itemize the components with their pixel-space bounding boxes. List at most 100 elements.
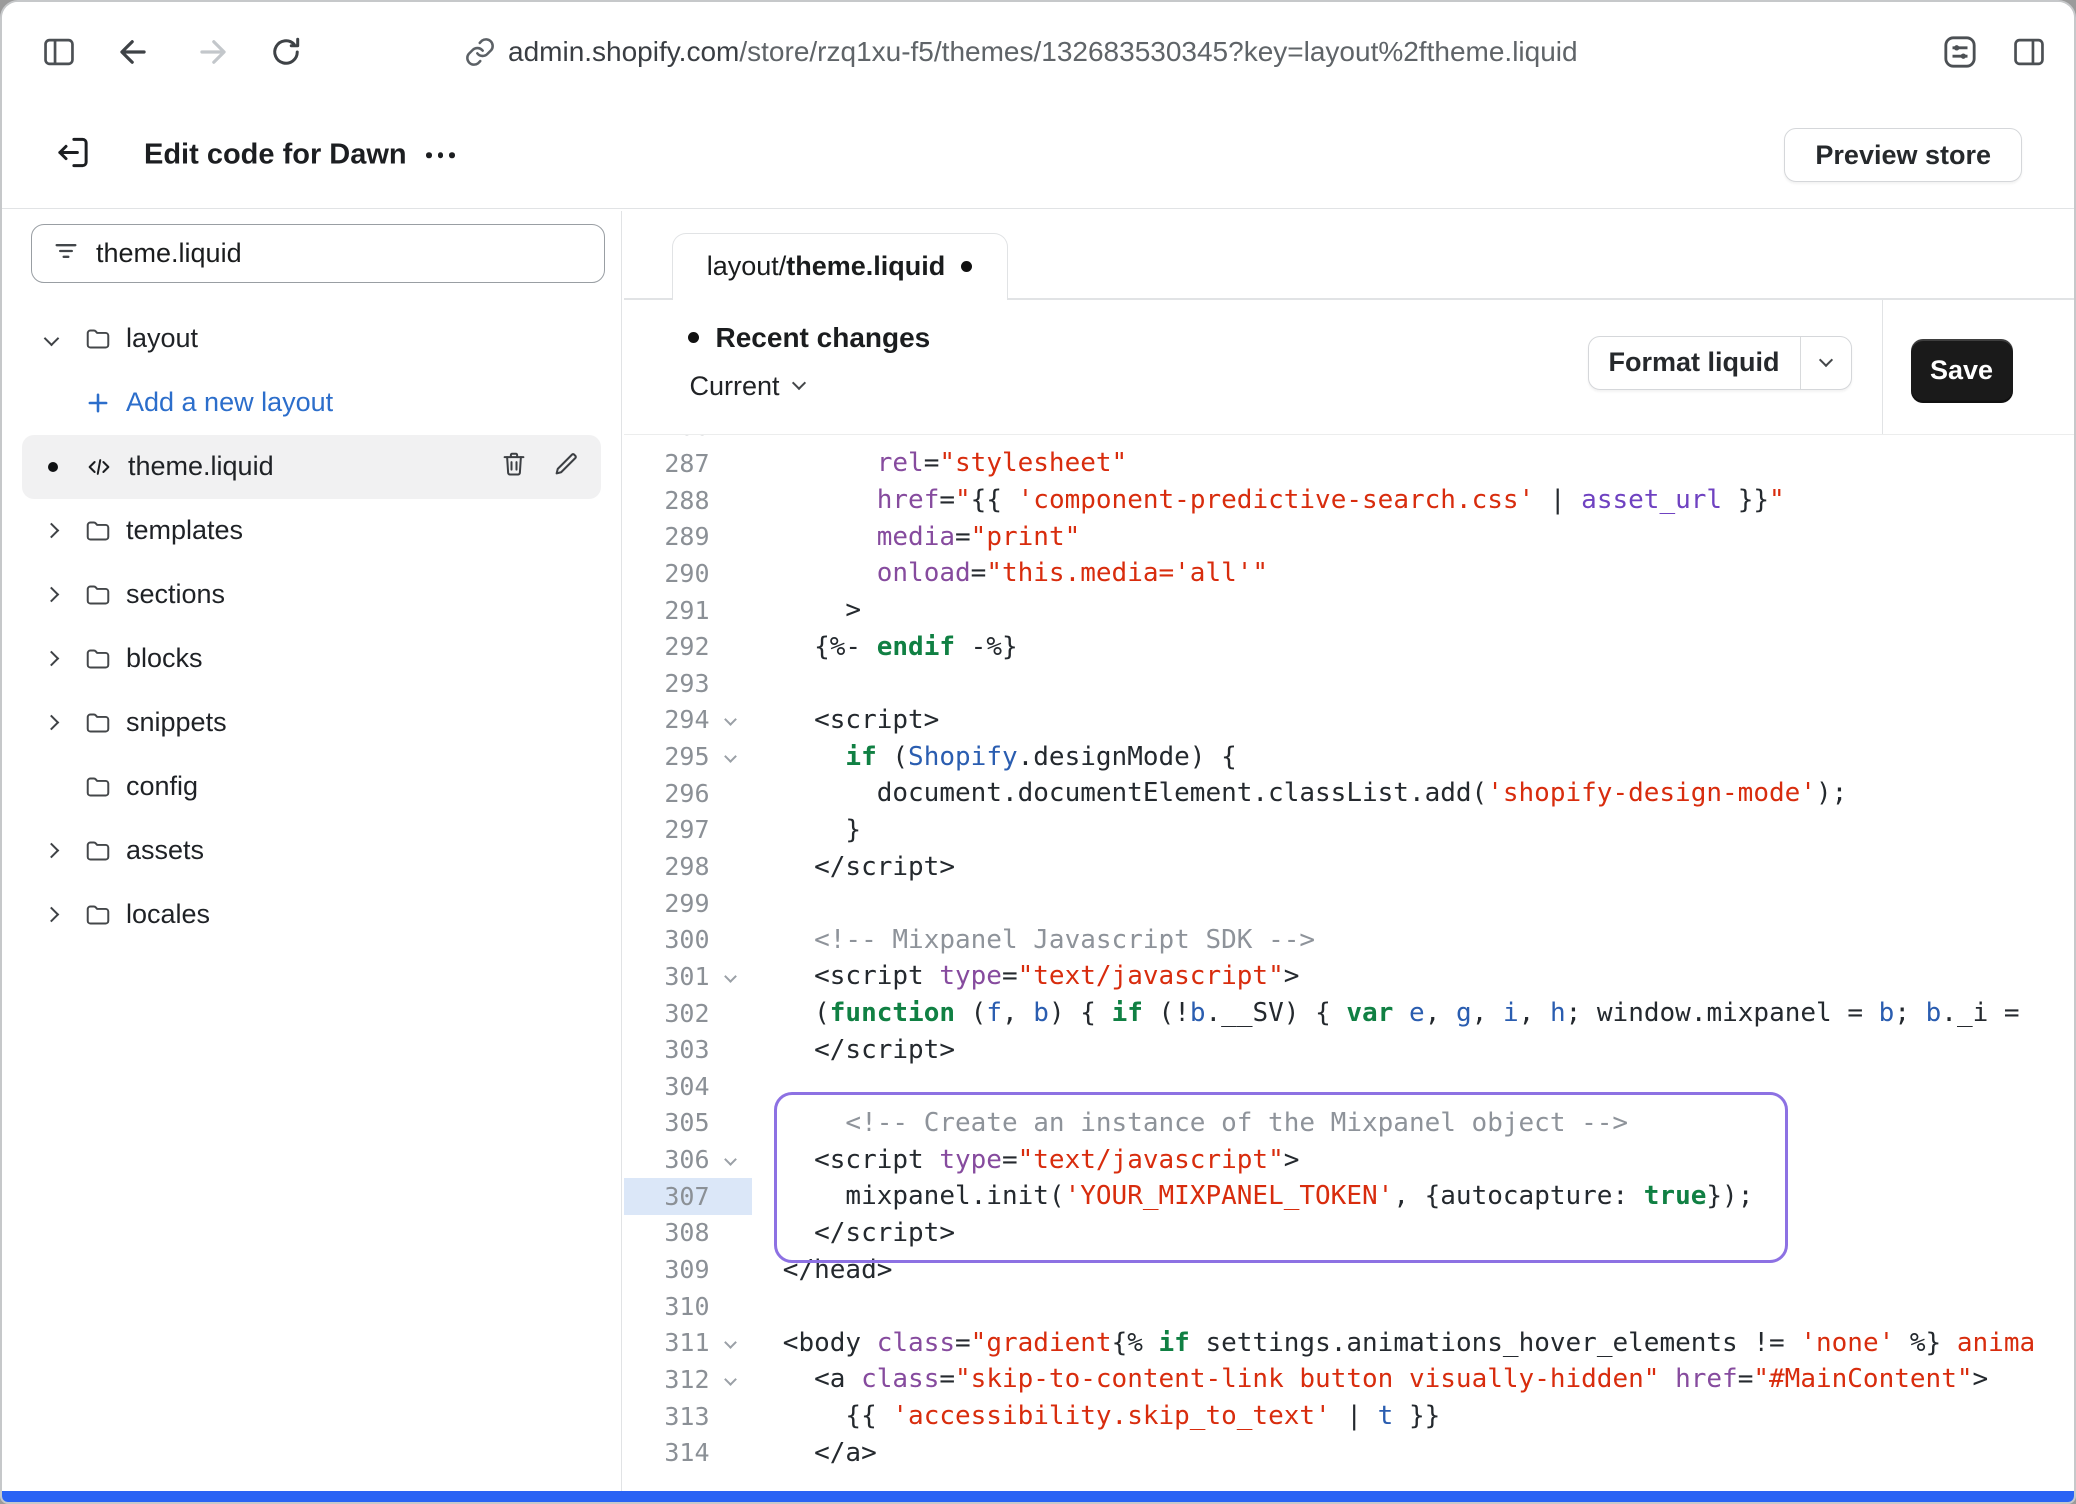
- sidebar-toggle-icon[interactable]: [40, 33, 78, 71]
- version-label: Current: [690, 371, 780, 402]
- sidebar-item-sections[interactable]: sections: [22, 563, 601, 627]
- tab-file-name: theme.liquid: [786, 251, 945, 281]
- fold-spacer: [710, 482, 752, 519]
- chevron-right-icon[interactable]: [44, 907, 60, 923]
- sidebar-item-snippets[interactable]: snippets: [22, 691, 601, 755]
- code-text: <script>: [752, 705, 940, 735]
- code-line-300[interactable]: 300 <!-- Mixpanel Javascript SDK -->: [624, 921, 2075, 958]
- delete-icon[interactable]: [499, 449, 529, 484]
- sidebar-item-config[interactable]: config: [22, 755, 601, 819]
- url-bar[interactable]: admin.shopify.com/store/rzq1xu-f5/themes…: [508, 2, 1578, 102]
- code-line-303[interactable]: 303 </script>: [624, 1031, 2075, 1068]
- sidebar-item-assets[interactable]: assets: [22, 819, 601, 883]
- sidebar-action-add-layout[interactable]: Add a new layout: [22, 371, 601, 435]
- sidebar-item-locales[interactable]: locales: [22, 883, 601, 947]
- code-line-308[interactable]: 308 </script>: [624, 1215, 2075, 1252]
- line-number: 287: [624, 445, 710, 482]
- tab-theme-liquid[interactable]: layout/theme.liquid: [672, 233, 1008, 300]
- code-line-287[interactable]: 287 rel="stylesheet": [624, 445, 2075, 482]
- chevron-right-icon[interactable]: [44, 715, 60, 731]
- code-line-306[interactable]: 306 <script type="text/javascript">: [624, 1141, 2075, 1178]
- code-line-297[interactable]: 297 }: [624, 812, 2075, 849]
- code-lines: 286 <link287 rel="stylesheet"288 href="{…: [624, 435, 2075, 1472]
- code-text: (function (f, b) { if (!b.__SV) { var e,…: [752, 998, 2020, 1028]
- code-text: </a>: [752, 1438, 877, 1468]
- code-line-310[interactable]: 310: [624, 1288, 2075, 1325]
- sidebar-item-layout[interactable]: layout: [22, 307, 601, 371]
- fold-spacer: [710, 555, 752, 592]
- fold-spacer: [710, 445, 752, 482]
- file-search-input[interactable]: [96, 238, 584, 269]
- code-line-301[interactable]: 301 <script type="text/javascript">: [624, 958, 2075, 995]
- code-line-305[interactable]: 305 <!-- Create an instance of the Mixpa…: [624, 1105, 2075, 1142]
- fold-chevron-icon[interactable]: [710, 1141, 752, 1178]
- fold-spacer: [710, 1068, 752, 1105]
- code-line-289[interactable]: 289 media="print": [624, 518, 2075, 555]
- code-line-293[interactable]: 293: [624, 665, 2075, 702]
- code-editor[interactable]: 286 <link287 rel="stylesheet"288 href="{…: [624, 435, 2075, 1492]
- line-number: 301: [624, 958, 710, 995]
- preview-store-button[interactable]: Preview store: [1784, 128, 2022, 182]
- code-line-295[interactable]: 295 if (Shopify.designMode) {: [624, 738, 2075, 775]
- code-line-307[interactable]: 307 mixpanel.init('YOUR_MIXPANEL_TOKEN',…: [624, 1178, 2075, 1215]
- code-line-313[interactable]: 313 {{ 'accessibility.skip_to_text' | t …: [624, 1398, 2075, 1435]
- code-line-299[interactable]: 299: [624, 885, 2075, 922]
- code-line-296[interactable]: 296 document.documentElement.classList.a…: [624, 775, 2075, 812]
- exit-editor-icon[interactable]: [52, 132, 94, 179]
- code-line-311[interactable]: 311 <body class="gradient{% if settings.…: [624, 1325, 2075, 1362]
- save-button[interactable]: Save: [1911, 339, 2013, 403]
- folder-icon: [84, 773, 112, 801]
- format-options-toggle[interactable]: [1800, 337, 1831, 389]
- fold-chevron-icon[interactable]: [710, 702, 752, 739]
- back-icon[interactable]: [114, 33, 152, 71]
- sidebar-item-templates[interactable]: templates: [22, 499, 601, 563]
- extensions-icon[interactable]: [1940, 32, 1980, 72]
- code-line-290[interactable]: 290 onload="this.media='all'": [624, 555, 2075, 592]
- fold-chevron-icon[interactable]: [710, 1325, 752, 1362]
- more-options-button[interactable]: [426, 152, 455, 158]
- folder-icon: [84, 645, 112, 673]
- forward-icon[interactable]: [194, 33, 232, 71]
- edit-icon[interactable]: [551, 449, 581, 484]
- chevron-right-icon[interactable]: [44, 843, 60, 859]
- fold-spacer: [710, 848, 752, 885]
- split-view-icon[interactable]: [2010, 33, 2048, 71]
- file-tree: layoutAdd a new layouttheme.liquidtempla…: [2, 307, 621, 947]
- code-line-309[interactable]: 309 </head>: [624, 1251, 2075, 1288]
- code-line-314[interactable]: 314 </a>: [624, 1434, 2075, 1471]
- fold-spacer: [710, 628, 752, 665]
- toolbar-divider: [1882, 300, 1884, 434]
- sidebar-file-theme-liquid[interactable]: theme.liquid: [22, 435, 601, 499]
- code-line-292[interactable]: 292 {%- endif -%}: [624, 628, 2075, 665]
- fold-chevron-icon[interactable]: [710, 958, 752, 995]
- folder-icon: [84, 837, 112, 865]
- format-liquid-button[interactable]: Format liquid: [1588, 336, 1852, 390]
- code-line-288[interactable]: 288 href="{{ 'component-predictive-searc…: [624, 482, 2075, 519]
- file-search[interactable]: [31, 224, 605, 283]
- fold-spacer: [710, 1105, 752, 1142]
- code-line-294[interactable]: 294 <script>: [624, 702, 2075, 739]
- sidebar-item-blocks[interactable]: blocks: [22, 627, 601, 691]
- file-sidebar: layoutAdd a new layouttheme.liquidtempla…: [2, 211, 622, 1492]
- reload-icon[interactable]: [268, 34, 304, 70]
- code-line-286[interactable]: 286 <link: [624, 435, 2075, 446]
- fold-chevron-icon[interactable]: [710, 738, 752, 775]
- code-line-304[interactable]: 304: [624, 1068, 2075, 1105]
- chevron-right-icon[interactable]: [44, 587, 60, 603]
- code-line-312[interactable]: 312 <a class="skip-to-content-link butto…: [624, 1361, 2075, 1398]
- line-number: 308: [624, 1215, 710, 1252]
- code-line-291[interactable]: 291 >: [624, 592, 2075, 629]
- code-file-icon: [84, 452, 114, 482]
- chevron-right-icon[interactable]: [44, 651, 60, 667]
- version-selector[interactable]: Current: [690, 371, 804, 402]
- fold-spacer: [710, 921, 752, 958]
- fold-chevron-icon[interactable]: [710, 1361, 752, 1398]
- line-number: 294: [624, 702, 710, 739]
- chevron-down-icon[interactable]: [44, 331, 60, 347]
- line-number: 307: [624, 1178, 710, 1215]
- line-number: 303: [624, 1031, 710, 1068]
- code-line-302[interactable]: 302 (function (f, b) { if (!b.__SV) { va…: [624, 995, 2075, 1032]
- code-line-298[interactable]: 298 </script>: [624, 848, 2075, 885]
- editor-toolbar: Recent changes Current Format liquid Sav…: [624, 300, 2075, 435]
- chevron-right-icon[interactable]: [44, 523, 60, 539]
